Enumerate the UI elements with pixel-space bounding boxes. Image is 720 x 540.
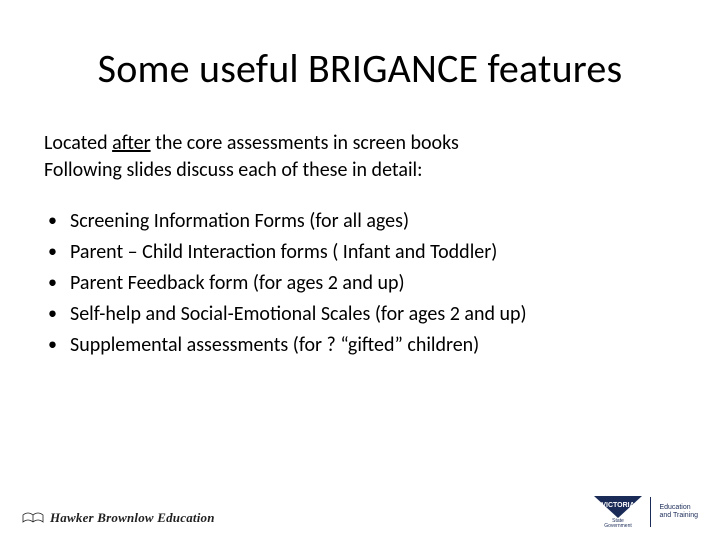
list-item: Parent – Child Interaction forms ( Infan… [44, 239, 676, 266]
slide-title: Some useful BRIGANCE features [0, 44, 720, 93]
hbe-logo: Hawker Brownlow Education [22, 510, 215, 526]
list-item: Self-help and Social-Emotional Scales (f… [44, 301, 676, 328]
intro-line-1: Located after the core assessments in sc… [44, 130, 676, 157]
slide: Some useful BRIGANCE features Located af… [0, 0, 720, 540]
vic-department: Education and Training [659, 504, 698, 519]
slide-body: Located after the core assessments in sc… [44, 130, 676, 363]
vic-edu-2: and Training [659, 512, 698, 520]
svg-text:Government: Government [605, 523, 633, 528]
vic-edu-1: Education [659, 504, 698, 512]
list-item-text: Parent – Child Interaction forms ( Infan… [70, 240, 497, 264]
vic-main-text: VICTORIA [602, 502, 635, 509]
list-item-text: Screening Information Forms (for all age… [70, 209, 409, 233]
victoria-logo: VICTORIA State Government Education and … [594, 496, 698, 528]
list-item-text: Self-help and Social-Emotional Scales (f… [70, 302, 527, 326]
book-icon [22, 512, 44, 524]
divider [650, 497, 651, 527]
list-item: Screening Information Forms (for all age… [44, 208, 676, 235]
intro-line-1-pre: Located [44, 131, 112, 155]
intro-line-1-underlined: after [112, 131, 151, 155]
victoria-triangle-icon: VICTORIA State Government [594, 496, 642, 528]
intro-line-1-post: the core assessments in screen books [151, 131, 459, 155]
list-item-text: Supplemental assessments (for ? “gifted”… [70, 333, 479, 357]
list-item: Parent Feedback form (for ages 2 and up) [44, 270, 676, 297]
intro-line-2: Following slides discuss each of these i… [44, 157, 676, 184]
bullet-list: Screening Information Forms (for all age… [44, 208, 676, 359]
list-item-text: Parent Feedback form (for ages 2 and up) [70, 271, 405, 295]
list-item: Supplemental assessments (for ? “gifted”… [44, 332, 676, 359]
intro-block: Located after the core assessments in sc… [44, 130, 676, 184]
footer: Hawker Brownlow Education VICTORIA State… [0, 490, 720, 530]
hbe-text: Hawker Brownlow Education [50, 510, 215, 526]
